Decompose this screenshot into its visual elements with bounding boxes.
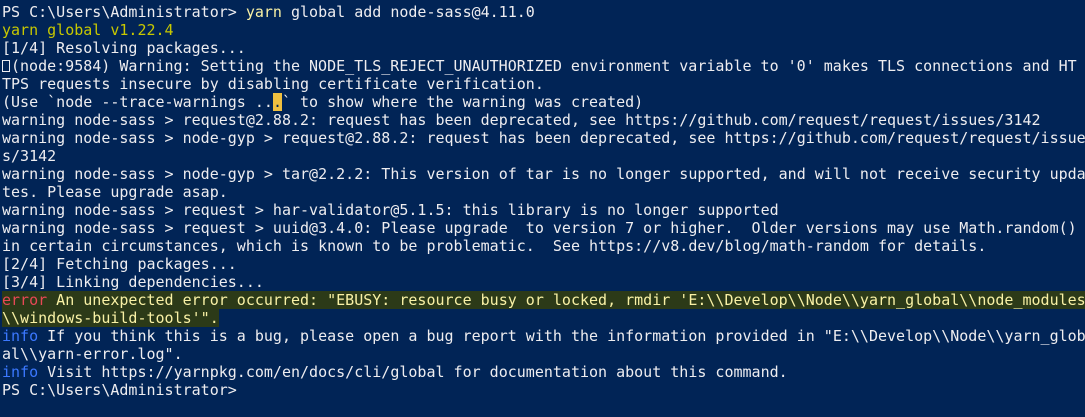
- trace-hint-a: (Use `node --trace-warnings ..: [2, 93, 273, 111]
- error-message: An unexpected error occurred: "EBUSY: re…: [47, 291, 1085, 309]
- terminal-line-info-bug-cont: al\\yarn-error.log".: [2, 345, 183, 363]
- box-glyph-icon: [2, 60, 10, 72]
- terminal-line-tls-warning: (node:9584) Warning: Setting the NODE_TL…: [2, 57, 1085, 75]
- error-tag: error: [2, 291, 48, 309]
- terminal-line-error-cont: \\windows-build-tools'".: [2, 309, 1085, 327]
- terminal-line-step-3: [3/4] Linking dependencies...: [2, 273, 264, 291]
- selection-cursor[interactable]: .: [272, 93, 282, 111]
- error-message-cont: \\windows-build-tools'".: [2, 309, 219, 327]
- terminal-line-warning-tar: warning node-sass > node-gyp > tar@2.2.2…: [2, 165, 1085, 183]
- prompt-text: PS C:\Users\Administrator>: [2, 3, 246, 21]
- terminal-line-trace-hint: (Use `node --trace-warnings ...` to show…: [2, 93, 1085, 111]
- terminal-window[interactable]: PS C:\Users\Administrator> yarn global a…: [0, 0, 1085, 417]
- info-tag: info: [2, 327, 39, 345]
- info-bug-text: If you think this is a bug, please open …: [38, 327, 1085, 345]
- trace-hint-c: ` to show where the warning was created): [281, 93, 644, 111]
- terminal-line-error: error An unexpected error occurred: "EBU…: [2, 291, 1085, 309]
- info-tag: info: [2, 363, 39, 381]
- terminal-line-yarn-version: yarn global v1.22.4: [2, 21, 174, 39]
- terminal-line-warning-uuid-cont: in certain circumstances, which is known…: [2, 237, 987, 255]
- terminal-line-warning-request: warning node-sass > request@2.88.2: requ…: [2, 111, 1041, 129]
- terminal-line-info-docs: info Visit https://yarnpkg.com/en/docs/c…: [2, 363, 1085, 381]
- terminal-line-prompt[interactable]: PS C:\Users\Administrator>: [2, 381, 1085, 399]
- terminal-line-prompt-command: PS C:\Users\Administrator> yarn global a…: [2, 3, 1085, 21]
- terminal-line-tls-warning-cont: TPS requests insecure by disabling certi…: [2, 75, 544, 93]
- command-text: yarn: [245, 3, 282, 21]
- terminal-line-warning-node-gyp-request-cont: s/3142: [2, 147, 57, 165]
- terminal-line-step-1: [1/4] Resolving packages...: [2, 39, 246, 57]
- tls-warning-text: (node:9584) Warning: Setting the NODE_TL…: [11, 57, 1077, 75]
- terminal-line-info-bug: info If you think this is a bug, please …: [2, 327, 1085, 345]
- command-args: global add node-sass@4.11.0: [281, 3, 535, 21]
- info-docs-text: Visit https://yarnpkg.com/en/docs/cli/gl…: [38, 363, 788, 381]
- terminal-line-warning-uuid: warning node-sass > request > uuid@3.4.0…: [2, 219, 1077, 237]
- terminal-line-warning-har-validator: warning node-sass > request > har-valida…: [2, 201, 779, 219]
- terminal-line-warning-tar-cont: tes. Please upgrade asap.: [2, 183, 228, 201]
- terminal-line-warning-node-gyp-request: warning node-sass > node-gyp > request@2…: [2, 129, 1085, 147]
- terminal-line-step-2: [2/4] Fetching packages...: [2, 255, 237, 273]
